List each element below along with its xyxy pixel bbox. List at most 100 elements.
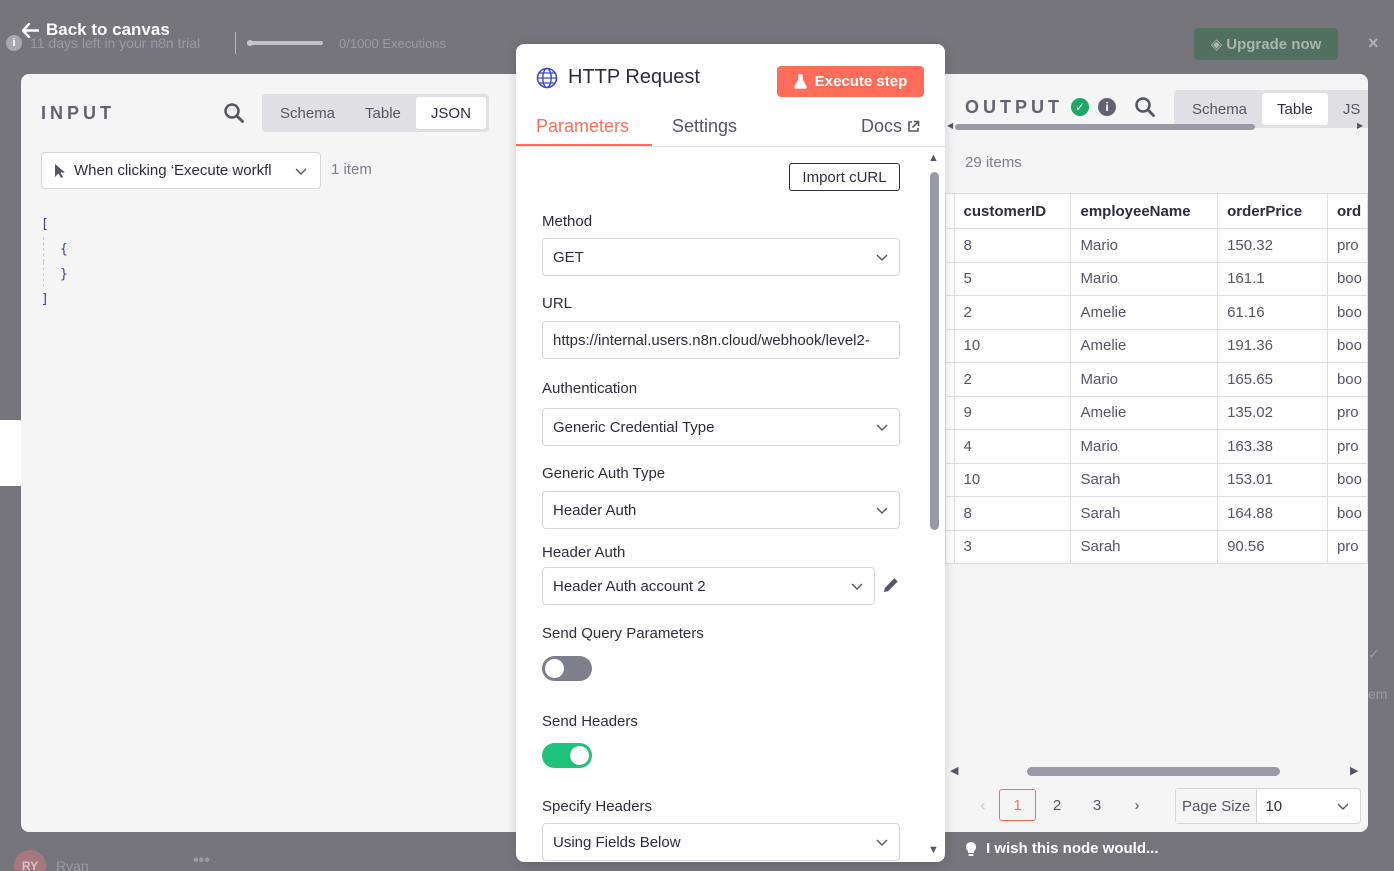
table-cell[interactable]: 10 — [953, 328, 1072, 363]
table-cell[interactable]: 5 — [953, 261, 1072, 296]
table-cell[interactable]: Amelie — [1070, 295, 1219, 330]
background-right-edge: ✓ em — [1368, 640, 1394, 780]
table-cell[interactable]: pro — [1326, 395, 1368, 430]
scroll-left-icon[interactable]: ◀ — [947, 121, 953, 130]
page-button[interactable]: 2 — [1037, 789, 1077, 821]
table-cell[interactable]: Sarah — [1070, 529, 1219, 564]
table-cell[interactable]: 163.38 — [1217, 429, 1328, 464]
pencil-icon[interactable] — [882, 576, 900, 594]
node-title[interactable]: HTTP Request — [568, 66, 700, 89]
input-node-select[interactable]: When clicking ‘Execute workfl — [41, 152, 321, 189]
vertical-scrollbar-thumb[interactable] — [930, 172, 939, 530]
method-select[interactable]: GET — [542, 238, 900, 276]
page-button[interactable]: 3 — [1077, 789, 1117, 821]
table-cell[interactable]: 161.1 — [1217, 261, 1328, 296]
table-cell[interactable]: Amelie — [1070, 328, 1219, 363]
feedback-link[interactable]: I wish this node would... — [965, 840, 1159, 857]
header-auth-credential-select[interactable]: Header Auth account 2 — [542, 567, 875, 605]
table-cell[interactable]: boo — [1326, 295, 1368, 330]
table-cell[interactable]: 8 — [953, 496, 1072, 531]
table-cell[interactable]: pro — [1326, 429, 1368, 464]
back-to-canvas-link[interactable]: Back to canvas — [22, 20, 170, 40]
generic-auth-type-select[interactable]: Header Auth — [542, 491, 900, 529]
table-cell[interactable]: Mario — [1070, 261, 1219, 296]
close-icon[interactable]: × — [1368, 33, 1379, 54]
table-header-cell[interactable]: ord — [1326, 193, 1368, 229]
upgrade-button[interactable]: ◈ Upgrade now — [1194, 28, 1338, 60]
table-header-cell[interactable]: customerID — [953, 193, 1072, 229]
table-cell[interactable]: 150.32 — [1217, 228, 1328, 263]
table-cell[interactable]: Mario — [1070, 429, 1219, 464]
table-horizontal-scrollbar[interactable]: ◀ ▶ — [950, 764, 1362, 778]
chevron-down-icon — [851, 583, 863, 590]
table-cell[interactable]: 61.16 — [1217, 295, 1328, 330]
table-row: 4 Mario 163.38 pro — [945, 429, 1368, 464]
authentication-select[interactable]: Generic Credential Type — [542, 408, 900, 446]
search-icon[interactable] — [1134, 96, 1156, 118]
tab-table[interactable]: Table — [350, 97, 416, 129]
authentication-value: Generic Credential Type — [553, 418, 715, 436]
table-cell[interactable]: 165.65 — [1217, 362, 1328, 397]
table-cell[interactable]: 4 — [953, 429, 1072, 464]
table-cell[interactable]: 135.02 — [1217, 395, 1328, 430]
tab-schema[interactable]: Schema — [265, 97, 350, 129]
table-cell[interactable]: 90.56 — [1217, 529, 1328, 564]
docs-link[interactable]: Docs — [861, 116, 920, 137]
table-cell[interactable]: 191.36 — [1217, 328, 1328, 363]
next-page-icon[interactable]: › — [1117, 789, 1157, 821]
scrollbar-thumb[interactable] — [955, 124, 1255, 130]
scroll-left-icon[interactable]: ◀ — [950, 764, 958, 777]
table-cell[interactable]: Mario — [1070, 228, 1219, 263]
tabs-scrollbar[interactable]: ◀ ▶ — [947, 121, 1363, 132]
table-cell[interactable]: boo — [1326, 328, 1368, 363]
send-query-toggle[interactable] — [542, 656, 592, 681]
table-header-cell[interactable]: orderPrice — [1217, 193, 1328, 229]
table-cell[interactable]: 9 — [953, 395, 1072, 430]
scroll-right-icon[interactable]: ▶ — [1350, 764, 1358, 777]
table-cell[interactable]: 153.01 — [1217, 462, 1328, 497]
table-cell[interactable]: boo — [1326, 496, 1368, 531]
user-menu[interactable]: RY Ryan — [14, 850, 89, 871]
table-cell[interactable]: Sarah — [1070, 462, 1219, 497]
table-cell[interactable]: 8 — [953, 228, 1072, 263]
table-cell[interactable]: 3 — [953, 529, 1072, 564]
table-cell[interactable]: pro — [1326, 228, 1368, 263]
table-cell[interactable]: boo — [1326, 362, 1368, 397]
info-icon[interactable]: i — [1098, 98, 1116, 116]
tab-schema[interactable]: Schema — [1177, 93, 1262, 125]
import-curl-button[interactable]: Import cURL — [789, 163, 900, 191]
table-cell[interactable]: 2 — [953, 295, 1072, 330]
table-row: 2 Amelie 61.16 boo — [945, 295, 1368, 330]
table-cell[interactable]: Mario — [1070, 362, 1219, 397]
table-row: 2 Mario 165.65 boo — [945, 362, 1368, 397]
tab-table[interactable]: Table — [1262, 93, 1328, 125]
table-cell[interactable]: pro — [1326, 529, 1368, 564]
table-cell[interactable]: Sarah — [1070, 496, 1219, 531]
table-cell[interactable]: 10 — [953, 462, 1072, 497]
execute-step-button[interactable]: Execute step — [777, 66, 924, 97]
table-cell[interactable]: boo — [1326, 462, 1368, 497]
search-icon[interactable] — [223, 102, 245, 124]
page-size-select[interactable]: Page Size 10 — [1175, 788, 1361, 824]
table-cell[interactable]: boo — [1326, 261, 1368, 296]
page-button[interactable]: 1 — [999, 789, 1036, 821]
table-cell[interactable]: 164.88 — [1217, 496, 1328, 531]
json-line: { — [43, 237, 68, 262]
specify-headers-value: Using Fields Below — [553, 833, 681, 851]
tab-json[interactable]: JSON — [415, 97, 486, 129]
table-row: 3 Sarah 90.56 pro — [945, 529, 1368, 564]
scroll-up-icon[interactable]: ▲ — [928, 152, 939, 164]
tab-settings[interactable]: Settings — [672, 116, 737, 137]
scrollbar-thumb[interactable] — [1027, 767, 1280, 776]
table-cell[interactable]: Amelie — [1070, 395, 1219, 430]
more-icon[interactable]: ••• — [193, 852, 210, 870]
scroll-down-icon[interactable]: ▼ — [928, 844, 939, 856]
scroll-right-icon[interactable]: ▶ — [1357, 121, 1363, 130]
table-cell[interactable]: 2 — [953, 362, 1072, 397]
tab-parameters[interactable]: Parameters — [536, 116, 629, 137]
url-input[interactable]: https://internal.users.n8n.cloud/webhook… — [542, 321, 900, 359]
table-header-cell[interactable]: employeeName — [1070, 193, 1219, 229]
send-headers-toggle[interactable] — [542, 743, 592, 768]
prev-page-icon[interactable]: ‹ — [968, 789, 998, 821]
specify-headers-select[interactable]: Using Fields Below — [542, 823, 900, 861]
